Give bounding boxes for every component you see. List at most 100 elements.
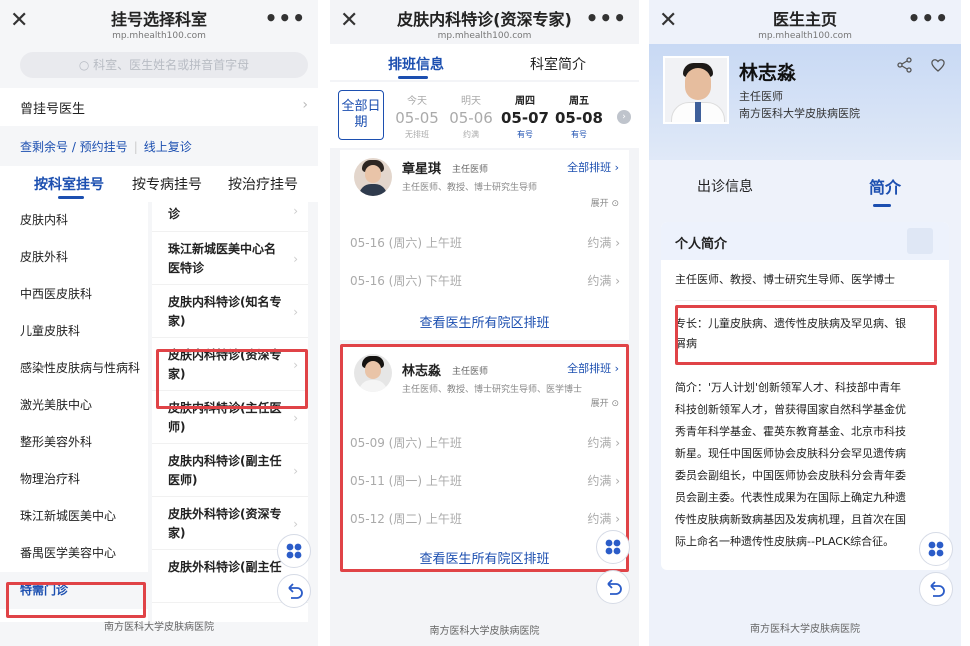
date-selector: 全部日期 今天 05-05 无排班 明天 05-06 约满 周四 05-07 有…	[330, 82, 639, 148]
full-schedule-label: 全部排班	[567, 161, 612, 174]
tab-visit-info[interactable]: 出诊信息	[697, 176, 753, 196]
bio-text-line: 员会副主委。代表性成果为在国际上确定九种遗	[675, 491, 906, 504]
date-cell[interactable]: 今天 05-05 无排班	[392, 92, 442, 140]
recent-doctors-row[interactable]: 曾挂号医生 ›	[0, 88, 318, 126]
document-icon	[907, 228, 933, 254]
tab-dept-intro[interactable]: 科室简介	[530, 54, 586, 74]
doctor-profile-panel: ✕ 医生主页 mp.mhealth100.com ••• 林志淼 主任医师 南方…	[649, 0, 961, 646]
doctor-name: 林志淼	[739, 62, 797, 84]
slot-time: 05-16 (周六) 上午班	[350, 236, 462, 250]
search-placeholder: 科室、医生姓名或拼音首字母	[93, 58, 250, 72]
search-input[interactable]: ○ 科室、医生姓名或拼音首字母	[20, 52, 308, 78]
footer-hospital: 南方医科大学皮肤病医院	[429, 626, 540, 637]
department-item[interactable]: 番禺医学美容中心	[0, 535, 148, 572]
apps-icon[interactable]	[596, 530, 630, 564]
clinic-label: 皮肤内科特诊(副主任医师)	[168, 454, 282, 487]
date-value: 05-05	[395, 109, 439, 127]
apps-icon[interactable]	[277, 534, 311, 568]
top-bar: ✕ 医生主页 mp.mhealth100.com •••	[649, 0, 961, 44]
bio-text-line: 际上命名一种遗传性皮肤病--PLACK综合征。	[675, 535, 895, 548]
tab-by-disease[interactable]: 按专病挂号	[132, 174, 202, 194]
tab-intro[interactable]: 简介	[869, 174, 901, 198]
clinic-item[interactable]: 诊 ›	[152, 202, 308, 232]
doctor-desc: 主任医师、教授、博士研究生导师	[402, 183, 538, 193]
tab-by-department[interactable]: 按科室挂号	[34, 174, 104, 194]
chevron-right-icon[interactable]: ›	[617, 110, 631, 124]
clinic-label: 珠江新城医美中心名医特诊	[168, 242, 277, 275]
department-item[interactable]: 儿童皮肤科	[0, 313, 148, 350]
tab-underline	[58, 196, 84, 199]
clinic-item[interactable]: 皮肤内科特诊(副主任医师) ›	[152, 444, 308, 497]
close-icon[interactable]: ✕	[659, 8, 677, 33]
more-icon[interactable]: •••	[586, 6, 627, 30]
department-item[interactable]: 珠江新城医美中心	[0, 498, 148, 535]
check-slots-link[interactable]: 查剩余号 / 预约挂号	[20, 140, 128, 154]
department-item[interactable]: 皮肤外科	[0, 239, 148, 276]
date-cell[interactable]: 明天 05-06 约满	[446, 92, 496, 140]
top-bar: ✕ 皮肤内科特诊(资深专家) mp.mhealth100.com •••	[330, 0, 639, 44]
date-value: 05-08	[555, 109, 603, 127]
top-bar: ✕ 挂号选择科室 mp.mhealth100.com •••	[0, 0, 318, 44]
date-cell[interactable]: 周五 05-08 有号	[554, 92, 604, 140]
tab-schedule[interactable]: 排班信息	[388, 54, 444, 74]
online-revisit-link[interactable]: 线上复诊	[144, 140, 192, 154]
full-schedule-link[interactable]: 全部排班 ›	[567, 159, 619, 175]
schedule-slot[interactable]: 05-16 (周六) 下午班 约满 ›	[350, 272, 620, 289]
all-dates-label: 全部日期	[341, 99, 381, 130]
heart-icon[interactable]	[929, 59, 947, 78]
clinic-label: 皮肤外科特诊(副主任	[168, 560, 282, 574]
footer-hospital: 南方医科大学皮肤病医院	[104, 622, 214, 633]
clinic-item[interactable]: 皮肤内科特诊(知名专家) ›	[152, 285, 308, 338]
summary-text: 主任医师、教授、博士研究生导师、医学博士	[675, 273, 895, 286]
recent-doctors-label: 曾挂号医生	[20, 102, 86, 117]
view-all-schedule-link[interactable]: 查看医生所有院区排班	[340, 312, 629, 331]
department-select-panel: ✕ 挂号选择科室 mp.mhealth100.com ••• ○ 科室、医生姓名…	[0, 0, 318, 646]
highlight-box	[6, 582, 146, 618]
department-item[interactable]: 皮肤内科	[0, 202, 148, 239]
share-icon[interactable]	[896, 57, 919, 78]
intro-card: 个人简介 主任医师、教授、博士研究生导师、医学博士 专长：儿童皮肤病、遗传性皮肤…	[661, 222, 949, 570]
date-status: 有号	[517, 130, 533, 139]
page-url: mp.mhealth100.com	[112, 31, 206, 41]
chevron-right-icon: ›	[293, 464, 298, 478]
tab-by-treatment[interactable]: 按治疗挂号	[228, 174, 298, 194]
back-icon[interactable]	[919, 572, 953, 606]
more-icon[interactable]: •••	[265, 6, 306, 30]
back-icon[interactable]	[596, 570, 630, 604]
department-item[interactable]: 激光美肤中心	[0, 387, 148, 424]
date-weekday: 周四	[515, 96, 535, 107]
page-url: mp.mhealth100.com	[758, 31, 852, 41]
department-item[interactable]: 感染性皮肤病与性病科	[0, 350, 148, 387]
slot-status: 约满 ›	[587, 274, 620, 288]
clinic-label: 诊	[168, 207, 181, 221]
date-value: 05-06	[449, 109, 493, 127]
department-item[interactable]: 物理治疗科	[0, 461, 148, 498]
highlight-box	[340, 344, 629, 572]
date-cell[interactable]: 周四 05-07 有号	[500, 92, 550, 140]
doctor-card: 章星琪 主任医师 全部排班 › 主任医师、教授、博士研究生导师 展开 ⊙ 05-…	[340, 150, 629, 340]
apps-icon[interactable]	[919, 532, 953, 566]
footer-hospital: 南方医科大学皮肤病医院	[750, 624, 860, 635]
expand-link[interactable]: 展开 ⊙	[591, 196, 619, 209]
department-item[interactable]: 中西医皮肤科	[0, 276, 148, 313]
search-icon: ○	[78, 58, 90, 72]
date-weekday: 今天	[407, 96, 427, 107]
schedule-slot[interactable]: 05-16 (周六) 上午班 约满 ›	[350, 234, 620, 251]
close-icon[interactable]: ✕	[10, 8, 28, 33]
bio-text-line: 科技创新领军人才，曾获得国家自然科学基金优	[675, 403, 906, 416]
doctor-photo	[663, 56, 729, 124]
tab-underline	[873, 204, 891, 207]
divider	[675, 300, 937, 301]
chevron-right-icon: ›	[293, 517, 298, 531]
close-icon[interactable]: ✕	[340, 8, 358, 33]
department-list: 皮肤内科 皮肤外科 中西医皮肤科 儿童皮肤科 感染性皮肤病与性病科 激光美肤中心…	[0, 202, 148, 622]
clinic-item[interactable]: 珠江新城医美中心名医特诊 ›	[152, 232, 308, 285]
date-status: 无排班	[405, 130, 429, 139]
chevron-right-icon: ›	[293, 204, 298, 218]
all-dates-button[interactable]: 全部日期	[338, 90, 384, 140]
department-item[interactable]: 整形美容外科	[0, 424, 148, 461]
back-icon[interactable]	[277, 574, 311, 608]
profile-actions	[896, 56, 947, 78]
more-icon[interactable]: •••	[908, 6, 949, 30]
tab-underline	[398, 76, 428, 79]
